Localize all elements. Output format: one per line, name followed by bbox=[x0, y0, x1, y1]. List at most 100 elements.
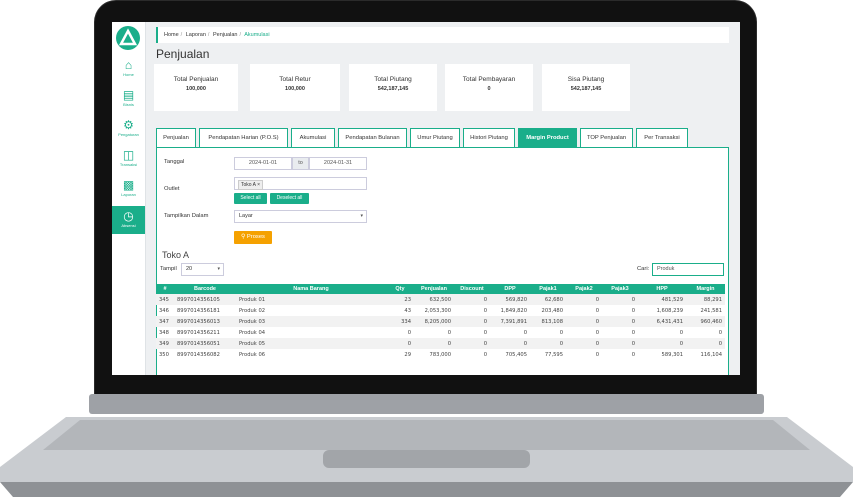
select-all-button[interactable]: Select all bbox=[234, 193, 267, 204]
cell-barcode: 8997014356211 bbox=[177, 329, 220, 336]
cell-pajak1: 0 bbox=[559, 340, 563, 347]
table-row: 349 8997014356051 Produk 05 0 0 0 0 0 0 … bbox=[156, 338, 725, 349]
cell-pajak3: 0 bbox=[631, 329, 635, 336]
cell-qty: 0 bbox=[407, 329, 411, 336]
breadcrumb-current: Akumulasi bbox=[244, 32, 270, 38]
cell-qty: 29 bbox=[404, 351, 411, 358]
proses-label: Proses bbox=[246, 234, 265, 240]
cell-pajak1: 62,680 bbox=[544, 296, 563, 303]
tab-umur-piutang[interactable]: Umur Piutang bbox=[410, 128, 460, 147]
sidebar-item-home[interactable]: ⌂ Home bbox=[112, 58, 145, 77]
sidebar-item-absensi[interactable]: ◷ Absensi bbox=[112, 206, 145, 234]
cell-qty: 334 bbox=[401, 318, 411, 325]
date-to-input[interactable]: 2024-01-31 bbox=[309, 157, 367, 170]
bar-chart-icon: ▩ bbox=[122, 178, 135, 192]
cell-no: 345 bbox=[159, 296, 169, 303]
sidebar-item-pengaturan[interactable]: ⚙ Pengaturan bbox=[112, 118, 145, 137]
column-header-no[interactable]: # bbox=[156, 284, 174, 294]
cell-dpp: 705,405 bbox=[505, 351, 527, 358]
cell-margin: 0 bbox=[718, 329, 722, 336]
cell-hpp: 0 bbox=[679, 329, 683, 336]
column-header-penjualan[interactable]: Penjualan bbox=[414, 284, 454, 294]
app-screen: ⌂ Home ▤ Bisnis ⚙ Pengaturan ◫ Transaksi… bbox=[112, 22, 740, 375]
stat-value: 0 bbox=[487, 86, 491, 92]
search-icon: ⚲ bbox=[241, 234, 246, 240]
sidebar-item-label: Transaksi bbox=[119, 162, 138, 167]
stat-value: 100,000 bbox=[285, 86, 305, 92]
outlet-multiselect[interactable]: Toko A × bbox=[234, 177, 367, 190]
breadcrumb-penjualan[interactable]: Penjualan bbox=[213, 32, 237, 38]
table-row: 348 8997014356211 Produk 04 0 0 0 0 0 0 … bbox=[156, 327, 725, 338]
cell-barcode: 8997014356051 bbox=[177, 340, 220, 347]
cell-no: 348 bbox=[159, 329, 169, 336]
sidebar-item-transaksi[interactable]: ◫ Transaksi bbox=[112, 148, 145, 167]
cell-barcode: 8997014356105 bbox=[177, 296, 220, 303]
column-header-pajak2[interactable]: Pajak2 bbox=[566, 284, 602, 294]
breadcrumb-laporan[interactable]: Laporan bbox=[186, 32, 206, 38]
column-header-discount[interactable]: Discount bbox=[454, 284, 490, 294]
page-title: Penjualan bbox=[156, 47, 210, 61]
sidebar-item-bisnis[interactable]: ▤ Bisnis bbox=[112, 88, 145, 107]
tab-top-penjualan[interactable]: TOP Penjualan bbox=[580, 128, 633, 147]
cell-margin: 960,460 bbox=[700, 318, 722, 325]
cell-pajak3: 0 bbox=[631, 307, 635, 314]
tab-margin-product[interactable]: Margin Product bbox=[518, 128, 577, 147]
proses-button[interactable]: ⚲ Proses bbox=[234, 231, 272, 244]
laptop-base bbox=[0, 412, 853, 497]
cell-barcode: 8997014356082 bbox=[177, 351, 220, 358]
chevron-down-icon: ▾ bbox=[360, 213, 363, 219]
cell-pajak1: 813,108 bbox=[541, 318, 563, 325]
outlet-chip[interactable]: Toko A × bbox=[238, 180, 264, 190]
cell-barcode: 8997014356013 bbox=[177, 318, 220, 325]
margin-product-table: # Barcode Nama Barang Qty Penjualan Disc… bbox=[156, 284, 725, 360]
tab-histori-piutang[interactable]: Histori Piutang bbox=[463, 128, 515, 147]
show-entries-select[interactable]: 20 ▾ bbox=[181, 263, 224, 276]
stat-total-retur: Total Retur 100,000 bbox=[250, 64, 340, 111]
cell-pajak1: 77,595 bbox=[544, 351, 563, 358]
laptop-hinge bbox=[89, 394, 764, 414]
tab-pendapatan-bulanan[interactable]: Pendapatan Bulanan bbox=[338, 128, 407, 147]
cell-margin: 241,581 bbox=[700, 307, 722, 314]
cell-pajak2: 0 bbox=[595, 307, 599, 314]
cell-nama-barang: Produk 02 bbox=[239, 307, 266, 314]
column-header-nama-barang[interactable]: Nama Barang bbox=[236, 284, 386, 294]
app-logo[interactable] bbox=[116, 26, 140, 50]
sidebar-item-laporan[interactable]: ▩ Laporan bbox=[112, 178, 145, 197]
column-header-pajak3[interactable]: Pajak3 bbox=[602, 284, 638, 294]
stat-label: Total Retur bbox=[279, 76, 311, 83]
stat-value: 100,000 bbox=[186, 86, 206, 92]
search-input[interactable]: Produk bbox=[652, 263, 724, 276]
breadcrumb-home[interactable]: Home bbox=[164, 32, 179, 38]
deselect-all-button[interactable]: Deselect all bbox=[270, 193, 309, 204]
tampilkan-label: Tampilkan Dalam bbox=[164, 213, 209, 219]
tampilkan-select[interactable]: Layar ▾ bbox=[234, 210, 367, 223]
cell-nama-barang: Produk 05 bbox=[239, 340, 266, 347]
card-icon: ▤ bbox=[122, 88, 135, 102]
tab-pendapatan-harian[interactable]: Pendapatan Harian (P.O.S) bbox=[199, 128, 288, 147]
tab-penjualan[interactable]: Penjualan bbox=[156, 128, 196, 147]
cell-nama-barang: Produk 01 bbox=[239, 296, 266, 303]
column-header-hpp[interactable]: HPP bbox=[638, 284, 686, 294]
search-label: Cari: bbox=[637, 266, 650, 272]
column-header-margin[interactable]: Margin bbox=[686, 284, 725, 294]
cell-qty: 0 bbox=[407, 340, 411, 347]
cell-discount: 0 bbox=[483, 340, 487, 347]
sidebar-item-label: Home bbox=[123, 72, 134, 77]
column-header-qty[interactable]: Qty bbox=[386, 284, 414, 294]
cell-no: 349 bbox=[159, 340, 169, 347]
cell-pajak2: 0 bbox=[595, 340, 599, 347]
cell-penjualan: 0 bbox=[447, 329, 451, 336]
column-header-barcode[interactable]: Barcode bbox=[174, 284, 236, 294]
column-header-pajak1[interactable]: Pajak1 bbox=[530, 284, 566, 294]
cell-hpp: 6,431,431 bbox=[656, 318, 683, 325]
table-body: 345 8997014356105 Produk 01 23 632,500 0… bbox=[156, 294, 725, 360]
column-header-dpp[interactable]: DPP bbox=[490, 284, 530, 294]
cell-pajak2: 0 bbox=[595, 329, 599, 336]
cell-no: 347 bbox=[159, 318, 169, 325]
stat-total-pembayaran: Total Pembayaran 0 bbox=[445, 64, 533, 111]
stat-value: 542,187,145 bbox=[570, 86, 602, 92]
tab-per-transaksi[interactable]: Per Transaksi bbox=[636, 128, 688, 147]
tab-akumulasi[interactable]: Akumulasi bbox=[291, 128, 335, 147]
date-from-input[interactable]: 2024-01-01 bbox=[234, 157, 292, 170]
cell-penjualan: 2,053,300 bbox=[424, 307, 451, 314]
